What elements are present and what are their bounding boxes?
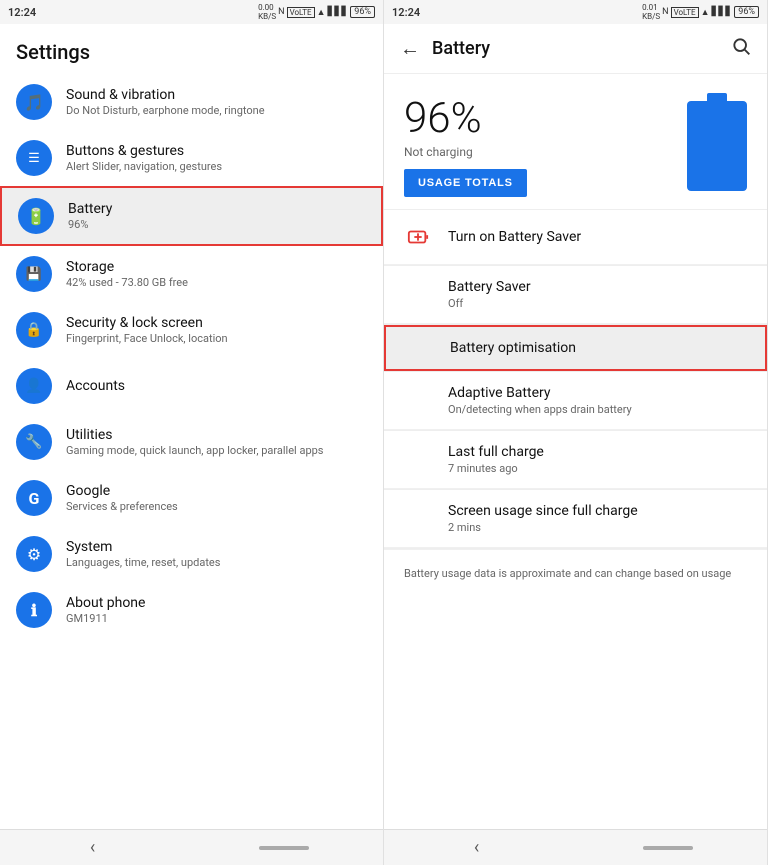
settings-item-google[interactable]: G Google Services & preferences bbox=[0, 470, 383, 526]
settings-item-security[interactable]: 🔒 Security & lock screen Fingerprint, Fa… bbox=[0, 302, 383, 358]
last-charge-title: Last full charge bbox=[448, 444, 544, 460]
settings-item-sound[interactable]: 🎵 Sound & vibration Do Not Disturb, earp… bbox=[0, 74, 383, 130]
signal-icon-right: ▋▋▋ bbox=[712, 7, 733, 17]
battery-saver-title: Battery Saver bbox=[448, 279, 531, 295]
google-subtitle: Services & preferences bbox=[66, 500, 367, 513]
google-title: Google bbox=[66, 483, 367, 499]
sound-icon: 🎵 bbox=[16, 84, 52, 120]
data-speed-right: 0.01KB/S bbox=[642, 3, 660, 21]
settings-list: 🎵 Sound & vibration Do Not Disturb, earp… bbox=[0, 74, 383, 829]
nfc-icon-right: N bbox=[662, 7, 668, 17]
adaptive-battery-subtitle: On/detecting when apps drain battery bbox=[448, 403, 632, 416]
battery-saver-subtitle: Off bbox=[448, 297, 531, 310]
battery-saver-on-icon bbox=[404, 223, 432, 251]
system-title: System bbox=[66, 539, 367, 555]
security-icon: 🔒 bbox=[16, 312, 52, 348]
accounts-icon: 👤 bbox=[16, 368, 52, 404]
last-charge-subtitle: 7 minutes ago bbox=[448, 462, 544, 475]
settings-item-utilities[interactable]: 🔧 Utilities Gaming mode, quick launch, a… bbox=[0, 414, 383, 470]
time-left: 12:24 bbox=[8, 6, 36, 19]
battery-shape bbox=[687, 101, 747, 191]
battery-title: Battery bbox=[68, 201, 365, 217]
status-bar-left: 12:24 0.00KB/S N VoLTE ▲ ▋▋▋ 96% bbox=[0, 0, 383, 24]
settings-item-accounts[interactable]: 👤 Accounts bbox=[0, 358, 383, 414]
storage-title: Storage bbox=[66, 259, 367, 275]
sound-subtitle: Do Not Disturb, earphone mode, ringtone bbox=[66, 104, 367, 117]
volte-icon: VoLTE bbox=[287, 7, 315, 18]
settings-item-about[interactable]: ℹ About phone GM1911 bbox=[0, 582, 383, 638]
data-speed-left: 0.00KB/S bbox=[258, 3, 276, 21]
screen-usage-subtitle: 2 mins bbox=[448, 521, 638, 534]
battery-item-adaptive[interactable]: Adaptive Battery On/detecting when apps … bbox=[384, 372, 767, 430]
buttons-icon: ☰ bbox=[16, 140, 52, 176]
battery-page-title: Battery bbox=[432, 38, 731, 59]
utilities-subtitle: Gaming mode, quick launch, app locker, p… bbox=[66, 444, 367, 457]
battery-note: Battery usage data is approximate and ca… bbox=[384, 549, 767, 599]
screen-usage-title: Screen usage since full charge bbox=[448, 503, 638, 519]
accounts-title: Accounts bbox=[66, 378, 367, 394]
status-icons-right: 0.01KB/S N VoLTE ▲ ▋▋▋ 96% bbox=[642, 3, 759, 21]
utilities-title: Utilities bbox=[66, 427, 367, 443]
sound-title: Sound & vibration bbox=[66, 87, 367, 103]
nfc-icon: N bbox=[278, 7, 284, 17]
battery-panel: 12:24 0.01KB/S N VoLTE ▲ ▋▋▋ 96% ← Batte… bbox=[384, 0, 768, 865]
settings-item-system[interactable]: ⚙ System Languages, time, reset, updates bbox=[0, 526, 383, 582]
security-title: Security & lock screen bbox=[66, 315, 367, 331]
system-icon: ⚙ bbox=[16, 536, 52, 572]
search-button[interactable] bbox=[731, 36, 751, 61]
settings-item-storage[interactable]: 💾 Storage 42% used - 73.80 GB free bbox=[0, 246, 383, 302]
back-button-right[interactable]: ← bbox=[400, 36, 420, 61]
nav-bar-right: ‹ bbox=[384, 829, 767, 865]
back-button-left[interactable]: ‹ bbox=[74, 833, 111, 862]
settings-title: Settings bbox=[0, 24, 383, 74]
nav-bar-left: ‹ bbox=[0, 829, 383, 865]
nav-pill-left bbox=[259, 846, 309, 850]
storage-subtitle: 42% used - 73.80 GB free bbox=[66, 276, 367, 289]
back-button-bottom-right[interactable]: ‹ bbox=[458, 833, 495, 862]
wifi-icon: ▲ bbox=[317, 7, 326, 18]
google-icon: G bbox=[16, 480, 52, 516]
wifi-icon-right: ▲ bbox=[701, 7, 710, 18]
battery-item-turn-on-saver[interactable]: Turn on Battery Saver bbox=[384, 210, 767, 265]
battery-icon-left: 🔋 bbox=[18, 198, 54, 234]
battery-item-last-charge[interactable]: Last full charge 7 minutes ago bbox=[384, 431, 767, 489]
battery-graphic bbox=[687, 101, 747, 191]
about-title: About phone bbox=[66, 595, 367, 611]
battery-optimisation-title: Battery optimisation bbox=[450, 340, 576, 356]
volte-icon-right: VoLTE bbox=[671, 7, 699, 18]
turn-on-saver-title: Turn on Battery Saver bbox=[448, 229, 581, 245]
usage-totals-button[interactable]: USAGE TOTALS bbox=[404, 169, 527, 197]
battery-info: 96% Not charging USAGE TOTALS bbox=[404, 94, 687, 197]
battery-percentage: 96% bbox=[404, 94, 687, 143]
battery-top-section: 96% Not charging USAGE TOTALS bbox=[384, 74, 767, 209]
battery-item-optimisation[interactable]: Battery optimisation bbox=[384, 325, 767, 371]
settings-panel: 12:24 0.00KB/S N VoLTE ▲ ▋▋▋ 96% Setting… bbox=[0, 0, 384, 865]
nav-pill-right bbox=[643, 846, 693, 850]
battery-options-list: Turn on Battery Saver Battery Saver Off … bbox=[384, 210, 767, 829]
about-subtitle: GM1911 bbox=[66, 612, 367, 625]
utilities-icon: 🔧 bbox=[16, 424, 52, 460]
battery-icon-status-left: 96% bbox=[350, 6, 375, 18]
battery-status-right: 96% bbox=[734, 6, 759, 18]
settings-item-buttons[interactable]: ☰ Buttons & gestures Alert Slider, navig… bbox=[0, 130, 383, 186]
time-right: 12:24 bbox=[392, 6, 420, 19]
battery-item-screen-usage[interactable]: Screen usage since full charge 2 mins bbox=[384, 490, 767, 548]
battery-subtitle: 96% bbox=[68, 218, 365, 231]
security-subtitle: Fingerprint, Face Unlock, location bbox=[66, 332, 367, 345]
status-bar-right: 12:24 0.01KB/S N VoLTE ▲ ▋▋▋ 96% bbox=[384, 0, 767, 24]
buttons-subtitle: Alert Slider, navigation, gestures bbox=[66, 160, 367, 173]
battery-header: ← Battery bbox=[384, 24, 767, 74]
battery-charging-status: Not charging bbox=[404, 145, 687, 159]
battery-item-saver[interactable]: Battery Saver Off bbox=[384, 266, 767, 324]
buttons-title: Buttons & gestures bbox=[66, 143, 367, 159]
status-icons-left: 0.00KB/S N VoLTE ▲ ▋▋▋ 96% bbox=[258, 3, 375, 21]
about-icon: ℹ bbox=[16, 592, 52, 628]
adaptive-battery-title: Adaptive Battery bbox=[448, 385, 632, 401]
storage-icon: 💾 bbox=[16, 256, 52, 292]
signal-icon-left: ▋▋▋ bbox=[328, 7, 349, 17]
system-subtitle: Languages, time, reset, updates bbox=[66, 556, 367, 569]
settings-item-battery[interactable]: 🔋 Battery 96% bbox=[0, 186, 383, 246]
